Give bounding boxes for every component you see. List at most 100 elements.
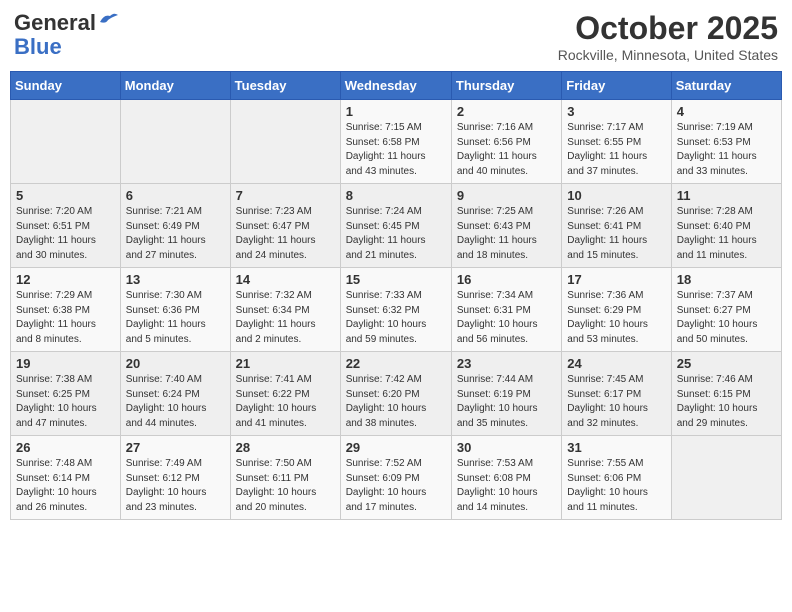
day-number: 2: [457, 104, 556, 119]
day-info: Sunrise: 7:40 AM Sunset: 6:24 PM Dayligh…: [126, 373, 225, 431]
day-number: 18: [677, 272, 776, 287]
calendar-cell: 27 Sunrise: 7:49 AM Sunset: 6:12 PM Dayli…: [120, 436, 230, 520]
day-number: 22: [346, 356, 446, 371]
day-number: 31: [567, 440, 665, 455]
day-info: Sunrise: 7:15 AM Sunset: 6:58 PM Dayligh…: [346, 121, 446, 179]
day-info: Sunrise: 7:36 AM Sunset: 6:29 PM Dayligh…: [567, 289, 665, 347]
logo: General Blue: [14, 10, 120, 58]
calendar-cell: [671, 436, 781, 520]
calendar-cell: 8Sunrise: 7:24 AM Sunset: 6:45 PM Daylig…: [340, 184, 451, 268]
day-number: 26: [16, 440, 115, 455]
calendar-cell: 11 Sunrise: 7:28 AM Sunset: 6:40 PM Dayli…: [671, 184, 781, 268]
day-info: Sunrise: 7:32 AM Sunset: 6:34 PM Dayligh…: [236, 289, 335, 347]
day-info: Sunrise: 7:30 AM Sunset: 6:36 PM Dayligh…: [126, 289, 225, 347]
day-number: 11: [677, 188, 776, 203]
day-number: 4: [677, 104, 776, 119]
calendar-week-1: 1 Sunrise: 7:15 AM Sunset: 6:58 PM Daylig…: [11, 100, 782, 184]
calendar-cell: 4 Sunrise: 7:19 AM Sunset: 6:53 PM Daylig…: [671, 100, 781, 184]
day-info: Sunrise: 7:45 AM Sunset: 6:17 PM Dayligh…: [567, 373, 665, 431]
day-number: 14: [236, 272, 335, 287]
calendar-cell: 16 Sunrise: 7:34 AM Sunset: 6:31 PM Dayli…: [451, 268, 561, 352]
calendar-cell: 17 Sunrise: 7:36 AM Sunset: 6:29 PM Dayli…: [562, 268, 671, 352]
calendar-cell: 26Sunrise: 7:48 AM Sunset: 6:14 PM Dayli…: [11, 436, 121, 520]
day-number: 13: [126, 272, 225, 287]
day-info: Sunrise: 7:29 AM Sunset: 6:38 PM Dayligh…: [16, 289, 115, 347]
day-info: Sunrise: 7:26 AM Sunset: 6:41 PM Dayligh…: [567, 205, 665, 263]
day-info: Sunrise: 7:28 AM Sunset: 6:40 PM Dayligh…: [677, 205, 776, 263]
calendar-cell: 25Sunrise: 7:46 AM Sunset: 6:15 PM Dayli…: [671, 352, 781, 436]
calendar-cell: 9Sunrise: 7:25 AM Sunset: 6:43 PM Daylig…: [451, 184, 561, 268]
calendar-cell: 14 Sunrise: 7:32 AM Sunset: 6:34 PM Dayli…: [230, 268, 340, 352]
calendar-table: SundayMondayTuesdayWednesdayThursdayFrid…: [10, 71, 782, 520]
day-number: 20: [126, 356, 225, 371]
day-number: 10: [567, 188, 665, 203]
day-number: 5: [16, 188, 115, 203]
logo-blue: Blue: [14, 36, 62, 58]
col-header-wednesday: Wednesday: [340, 72, 451, 100]
day-info: Sunrise: 7:38 AM Sunset: 6:25 PM Dayligh…: [16, 373, 115, 431]
calendar-cell: [120, 100, 230, 184]
logo-bird-icon: [98, 12, 120, 30]
day-number: 29: [346, 440, 446, 455]
calendar-cell: 20 Sunrise: 7:40 AM Sunset: 6:24 PM Dayli…: [120, 352, 230, 436]
col-header-monday: Monday: [120, 72, 230, 100]
calendar-cell: [11, 100, 121, 184]
day-number: 6: [126, 188, 225, 203]
calendar-week-5: 26Sunrise: 7:48 AM Sunset: 6:14 PM Dayli…: [11, 436, 782, 520]
calendar-cell: 23 Sunrise: 7:44 AM Sunset: 6:19 PM Dayli…: [451, 352, 561, 436]
day-info: Sunrise: 7:34 AM Sunset: 6:31 PM Dayligh…: [457, 289, 556, 347]
day-info: Sunrise: 7:37 AM Sunset: 6:27 PM Dayligh…: [677, 289, 776, 347]
calendar-cell: 31 Sunrise: 7:55 AM Sunset: 6:06 PM Dayli…: [562, 436, 671, 520]
day-number: 17: [567, 272, 665, 287]
calendar-cell: 29 Sunrise: 7:52 AM Sunset: 6:09 PM Dayli…: [340, 436, 451, 520]
location: Rockville, Minnesota, United States: [558, 47, 778, 63]
day-number: 3: [567, 104, 665, 119]
day-info: Sunrise: 7:46 AM Sunset: 6:15 PM Dayligh…: [677, 373, 776, 431]
day-number: 7: [236, 188, 335, 203]
day-number: 30: [457, 440, 556, 455]
calendar-cell: 10 Sunrise: 7:26 AM Sunset: 6:41 PM Dayli…: [562, 184, 671, 268]
col-header-tuesday: Tuesday: [230, 72, 340, 100]
col-header-sunday: Sunday: [11, 72, 121, 100]
day-number: 23: [457, 356, 556, 371]
day-info: Sunrise: 7:44 AM Sunset: 6:19 PM Dayligh…: [457, 373, 556, 431]
calendar-cell: 24Sunrise: 7:45 AM Sunset: 6:17 PM Dayli…: [562, 352, 671, 436]
day-info: Sunrise: 7:55 AM Sunset: 6:06 PM Dayligh…: [567, 457, 665, 515]
page-header: General Blue October 2025 Rockville, Min…: [10, 10, 782, 63]
day-info: Sunrise: 7:23 AM Sunset: 6:47 PM Dayligh…: [236, 205, 335, 263]
day-info: Sunrise: 7:52 AM Sunset: 6:09 PM Dayligh…: [346, 457, 446, 515]
day-number: 15: [346, 272, 446, 287]
day-info: Sunrise: 7:42 AM Sunset: 6:20 PM Dayligh…: [346, 373, 446, 431]
day-number: 27: [126, 440, 225, 455]
calendar-week-4: 19Sunrise: 7:38 AM Sunset: 6:25 PM Dayli…: [11, 352, 782, 436]
day-info: Sunrise: 7:17 AM Sunset: 6:55 PM Dayligh…: [567, 121, 665, 179]
day-number: 12: [16, 272, 115, 287]
day-number: 9: [457, 188, 556, 203]
col-header-friday: Friday: [562, 72, 671, 100]
day-info: Sunrise: 7:20 AM Sunset: 6:51 PM Dayligh…: [16, 205, 115, 263]
calendar-cell: 6 Sunrise: 7:21 AM Sunset: 6:49 PM Daylig…: [120, 184, 230, 268]
title-area: October 2025 Rockville, Minnesota, Unite…: [558, 10, 778, 63]
day-info: Sunrise: 7:41 AM Sunset: 6:22 PM Dayligh…: [236, 373, 335, 431]
calendar-cell: 28Sunrise: 7:50 AM Sunset: 6:11 PM Dayli…: [230, 436, 340, 520]
calendar-week-2: 5 Sunrise: 7:20 AM Sunset: 6:51 PM Daylig…: [11, 184, 782, 268]
day-number: 1: [346, 104, 446, 119]
day-info: Sunrise: 7:33 AM Sunset: 6:32 PM Dayligh…: [346, 289, 446, 347]
day-info: Sunrise: 7:21 AM Sunset: 6:49 PM Dayligh…: [126, 205, 225, 263]
day-info: Sunrise: 7:19 AM Sunset: 6:53 PM Dayligh…: [677, 121, 776, 179]
calendar-cell: 2Sunrise: 7:16 AM Sunset: 6:56 PM Daylig…: [451, 100, 561, 184]
day-info: Sunrise: 7:24 AM Sunset: 6:45 PM Dayligh…: [346, 205, 446, 263]
calendar-cell: 12 Sunrise: 7:29 AM Sunset: 6:38 PM Dayli…: [11, 268, 121, 352]
calendar-cell: [230, 100, 340, 184]
day-number: 28: [236, 440, 335, 455]
calendar-cell: 13 Sunrise: 7:30 AM Sunset: 6:36 PM Dayli…: [120, 268, 230, 352]
day-info: Sunrise: 7:49 AM Sunset: 6:12 PM Dayligh…: [126, 457, 225, 515]
calendar-cell: 1 Sunrise: 7:15 AM Sunset: 6:58 PM Daylig…: [340, 100, 451, 184]
day-number: 16: [457, 272, 556, 287]
day-info: Sunrise: 7:53 AM Sunset: 6:08 PM Dayligh…: [457, 457, 556, 515]
day-number: 21: [236, 356, 335, 371]
calendar-week-3: 12 Sunrise: 7:29 AM Sunset: 6:38 PM Dayli…: [11, 268, 782, 352]
calendar-cell: 5 Sunrise: 7:20 AM Sunset: 6:51 PM Daylig…: [11, 184, 121, 268]
calendar-cell: 15 Sunrise: 7:33 AM Sunset: 6:32 PM Dayli…: [340, 268, 451, 352]
col-header-thursday: Thursday: [451, 72, 561, 100]
